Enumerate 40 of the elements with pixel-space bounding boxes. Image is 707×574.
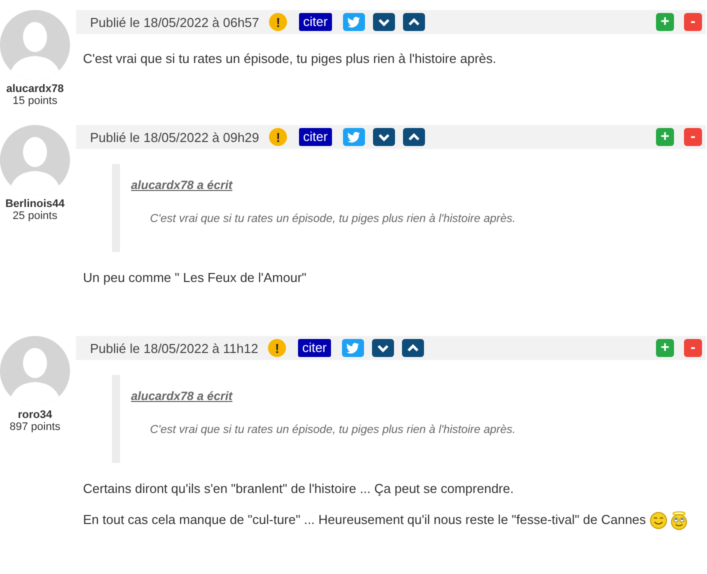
post-text: C'est vrai que si tu rates un épisode, tu piges plus rien à l'histoire après. [83,51,496,66]
username[interactable]: roro34 [18,409,52,421]
user-points: 25 points [12,210,58,222]
twitter-icon[interactable] [342,13,365,31]
avatar [0,10,70,80]
user-points: 897 points [10,421,60,433]
quote-button[interactable]: citer [299,128,332,146]
username[interactable]: Berlinois44 [5,198,65,210]
downvote-button[interactable]: - [684,13,702,31]
post-date: Publié le 18/05/2022 à 06h57 [90,14,260,30]
quote-author-link[interactable]: alucardx78 a écrit [131,178,232,192]
report-button[interactable]: ! [268,339,286,357]
post-date: Publié le 18/05/2022 à 11h12 [90,340,258,356]
avatar [0,125,70,195]
post-text: En tout cas cela manque de "cul-ture" ... Heureusement qu'il nous reste le "fesse-tival" de Cannes [83,512,646,527]
downvote-button[interactable]: - [684,128,702,146]
quote-button[interactable]: citer [299,13,332,31]
username[interactable]: alucardx78 [6,83,64,95]
report-button[interactable]: ! [269,128,288,146]
post-date: Publié le 18/05/2022 à 09h29 [90,130,260,144]
quote-author-link[interactable]: alucardx78 a écrit [131,389,232,403]
post-text: Un peu comme " Les Feux de l'Amour" [83,270,306,285]
chevron-up-icon[interactable] [402,339,424,357]
quoted-text: C'est vrai que si tu rates un épisode, tu piges plus rien à l'histoire après. [150,213,516,225]
chevron-down-icon[interactable] [372,339,394,357]
angel-smiley-icon [670,511,688,530]
chevron-up-icon[interactable] [402,13,425,31]
chevron-down-icon[interactable] [372,13,395,31]
chevron-up-icon[interactable] [402,128,425,146]
smiley-icon [650,512,667,530]
user-points: 15 points [12,95,58,107]
chevron-down-icon[interactable] [372,128,395,146]
downvote-button[interactable]: - [684,339,702,357]
twitter-icon[interactable] [342,339,364,357]
quote-button[interactable]: citer [298,339,331,357]
avatar [0,336,70,406]
post-text: Certains diront qu'ils s'en "branlent" de l'histoire ... Ça peut se comprendre. [83,481,514,496]
report-button[interactable]: ! [269,13,288,31]
quoted-text: C'est vrai que si tu rates un épisode, tu piges plus rien à l'histoire après. [150,424,516,436]
twitter-icon[interactable] [342,128,365,146]
